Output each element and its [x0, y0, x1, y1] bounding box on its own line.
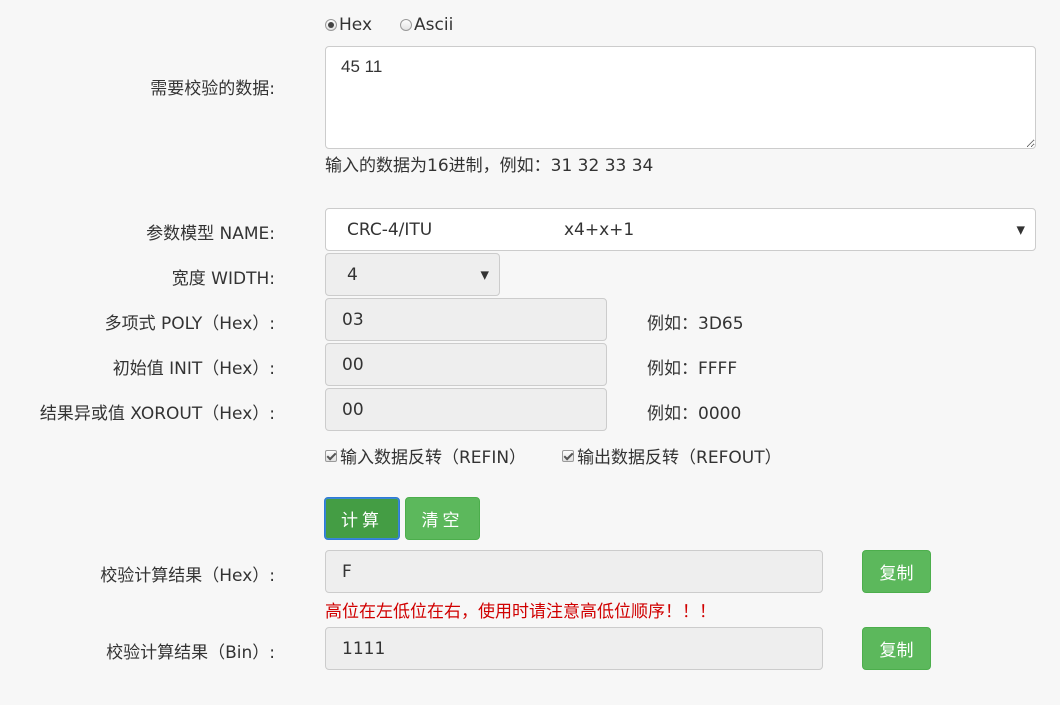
init-example: 例如：FFFF: [647, 359, 738, 379]
width-value: 4: [347, 264, 358, 285]
data-input-label: 需要校验的数据:: [150, 79, 275, 99]
refout-checkbox[interactable]: 输出数据反转（REFOUT）: [562, 443, 782, 468]
refin-label: 输入数据反转（REFIN）: [340, 448, 527, 468]
radio-ascii-label: Ascii: [414, 15, 454, 35]
order-warning: 高位在左低位在右，使用时请注意高低位顺序！！！: [325, 602, 716, 622]
calculate-button[interactable]: 计算: [324, 497, 400, 540]
format-radio-group: Hex Ascii: [325, 15, 453, 35]
data-input-hint: 输入的数据为16进制，例如：31 32 33 34: [325, 156, 654, 176]
refin-check-icon[interactable]: [325, 449, 337, 462]
refout-check-icon[interactable]: [562, 449, 575, 462]
result-bin-label: 校验计算结果（Bin）:: [106, 643, 275, 663]
radio-ascii-dot[interactable]: [400, 19, 413, 31]
model-selected-poly: x4+x+1: [564, 219, 635, 240]
model-selected-name: CRC-4/ITU: [347, 219, 433, 240]
result-hex-value: F: [342, 561, 352, 582]
model-label: 参数模型 NAME:: [146, 224, 275, 244]
init-label: 初始值 INIT（Hex）:: [112, 359, 275, 379]
xorout-label: 结果异或值 XOROUT（Hex）:: [39, 404, 275, 424]
refout-label: 输出数据反转（REFOUT）: [577, 448, 782, 468]
result-bin-field[interactable]: 1111: [325, 627, 823, 670]
radio-hex-label: Hex: [339, 15, 373, 35]
poly-field[interactable]: 03: [325, 298, 607, 341]
clear-button[interactable]: 清空: [405, 497, 480, 540]
copy-bin-button[interactable]: 复制: [862, 627, 931, 670]
data-input-textarea[interactable]: 45 11: [325, 46, 1036, 149]
init-value: 00: [342, 354, 364, 375]
init-field[interactable]: 00: [325, 343, 607, 386]
poly-label: 多项式 POLY（Hex）:: [104, 314, 275, 334]
result-hex-label: 校验计算结果（Hex）:: [100, 566, 275, 586]
radio-hex[interactable]: Hex: [325, 15, 372, 35]
width-select[interactable]: 4 ▼: [325, 253, 500, 296]
radio-ascii[interactable]: Ascii: [400, 15, 453, 35]
radio-hex-dot[interactable]: [325, 19, 337, 31]
result-hex-field[interactable]: F: [325, 550, 823, 593]
reflect-options: 输入数据反转（REFIN） 输出数据反转（REFOUT）: [325, 443, 782, 468]
poly-value: 03: [342, 309, 364, 330]
xorout-example: 例如：0000: [647, 404, 742, 424]
copy-hex-button[interactable]: 复制: [862, 550, 931, 593]
refin-checkbox[interactable]: 输入数据反转（REFIN）: [325, 443, 526, 468]
width-label: 宽度 WIDTH:: [171, 269, 275, 289]
poly-example: 例如：3D65: [647, 314, 744, 334]
model-select[interactable]: CRC-4/ITU x4+x+1 ▼: [325, 208, 1036, 251]
xorout-value: 00: [342, 399, 364, 420]
xorout-field[interactable]: 00: [325, 388, 607, 431]
result-bin-value: 1111: [342, 638, 386, 659]
chevron-down-icon: ▼: [1016, 223, 1025, 236]
chevron-down-icon: ▼: [480, 268, 489, 281]
